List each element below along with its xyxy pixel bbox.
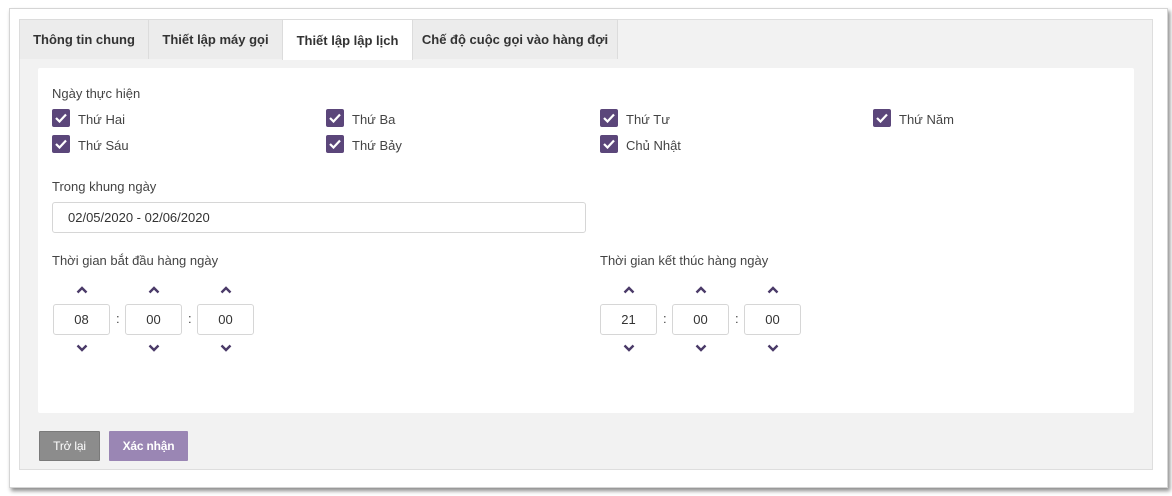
end-second-down-icon[interactable]: [766, 343, 780, 353]
start-minute-input[interactable]: 00: [125, 304, 182, 335]
start-time-label: Thời gian bắt đầu hàng ngày: [52, 253, 219, 268]
time-separator: :: [735, 311, 739, 326]
checkbox-friday[interactable]: [52, 135, 70, 153]
tab-dialer-settings[interactable]: Thiết lập máy gọi: [148, 19, 283, 59]
checkbox-thursday-label: Thứ Năm: [899, 112, 954, 127]
tab-queue-call-mode[interactable]: Chế độ cuộc gọi vào hàng đợi: [412, 19, 618, 59]
end-minute-up-icon[interactable]: [694, 285, 708, 295]
start-second-up-icon[interactable]: [219, 285, 233, 295]
checkbox-sunday[interactable]: [600, 135, 618, 153]
end-minute-down-icon[interactable]: [694, 343, 708, 353]
checkbox-wednesday-label: Thứ Tư: [626, 112, 670, 127]
date-range-input[interactable]: [52, 202, 586, 233]
checkbox-saturday[interactable]: [326, 135, 344, 153]
end-second-up-icon[interactable]: [766, 285, 780, 295]
checkmark-icon: [329, 113, 341, 123]
checkbox-monday-label: Thứ Hai: [78, 112, 125, 127]
schedule-card: [38, 68, 1134, 413]
tab-schedule-settings[interactable]: Thiết lập lập lịch: [282, 19, 413, 60]
start-second-input[interactable]: 00: [197, 304, 254, 335]
start-hour-down-icon[interactable]: [75, 343, 89, 353]
end-hour-input[interactable]: 21: [600, 304, 657, 335]
days-label: Ngày thực hiện: [52, 86, 141, 101]
back-button[interactable]: Trở lại: [39, 431, 100, 461]
start-minute-up-icon[interactable]: [147, 285, 161, 295]
tab-general-info[interactable]: Thông tin chung: [19, 19, 149, 59]
checkbox-tuesday[interactable]: [326, 109, 344, 127]
checkmark-icon: [876, 113, 888, 123]
start-hour-up-icon[interactable]: [75, 285, 89, 295]
time-separator: :: [188, 311, 192, 326]
end-minute-input[interactable]: 00: [672, 304, 729, 335]
time-separator: :: [116, 311, 120, 326]
checkbox-tuesday-label: Thứ Ba: [352, 112, 396, 127]
checkmark-icon: [55, 139, 67, 149]
checkmark-icon: [603, 139, 615, 149]
time-separator: :: [663, 311, 667, 326]
checkmark-icon: [329, 139, 341, 149]
checkbox-sunday-label: Chủ Nhật: [626, 138, 681, 153]
start-minute-down-icon[interactable]: [147, 343, 161, 353]
end-time-label: Thời gian kết thúc hàng ngày: [600, 253, 769, 268]
confirm-button[interactable]: Xác nhận: [109, 431, 188, 461]
checkbox-saturday-label: Thứ Bảy: [352, 138, 402, 153]
checkbox-wednesday[interactable]: [600, 109, 618, 127]
end-second-input[interactable]: 00: [744, 304, 801, 335]
checkbox-monday[interactable]: [52, 109, 70, 127]
checkbox-thursday[interactable]: [873, 109, 891, 127]
end-hour-up-icon[interactable]: [622, 285, 636, 295]
end-hour-down-icon[interactable]: [622, 343, 636, 353]
checkbox-friday-label: Thứ Sáu: [78, 138, 129, 153]
date-range-label: Trong khung ngày: [52, 179, 157, 194]
checkmark-icon: [55, 113, 67, 123]
start-hour-input[interactable]: 08: [53, 304, 110, 335]
checkmark-icon: [603, 113, 615, 123]
start-second-down-icon[interactable]: [219, 343, 233, 353]
